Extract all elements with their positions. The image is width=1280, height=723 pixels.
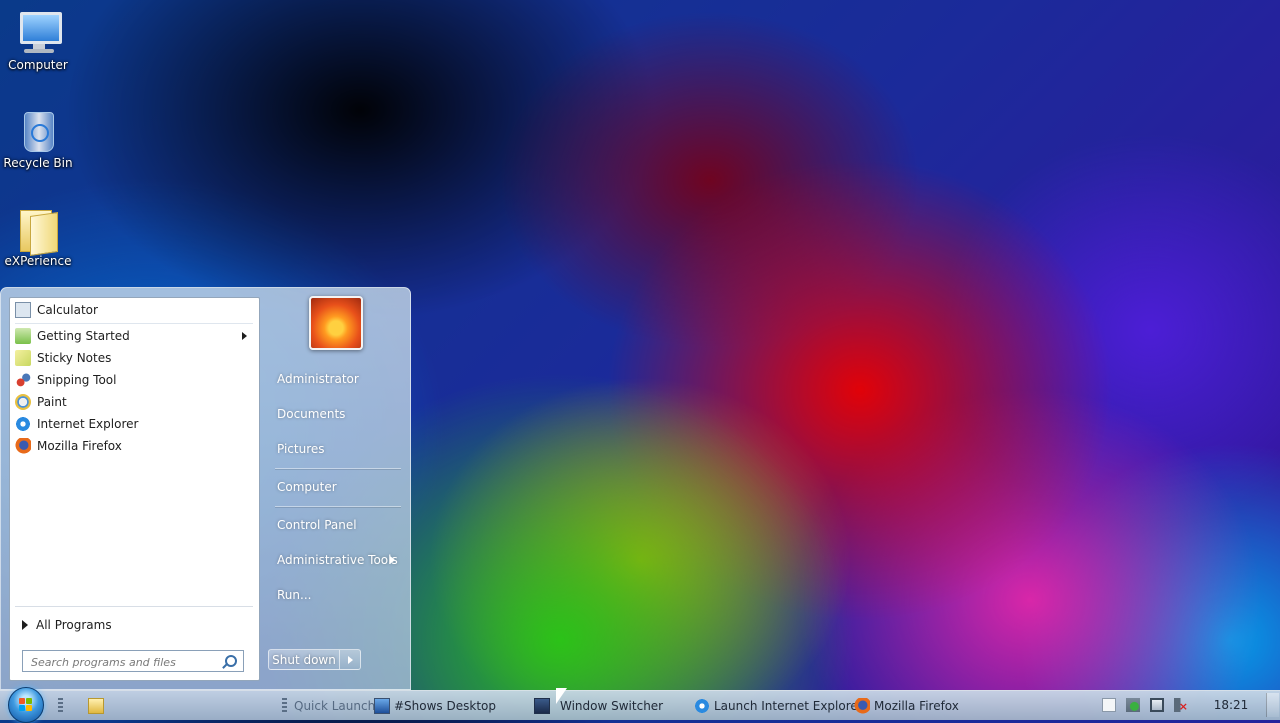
desktop-icon-label: Computer [8, 58, 68, 72]
chevron-right-icon [22, 620, 28, 630]
paint-icon [15, 394, 31, 410]
scissors-icon [15, 372, 31, 388]
place-administrator[interactable]: Administrator [267, 366, 403, 392]
show-desktop-icon [374, 698, 390, 714]
network-icon[interactable] [1150, 698, 1164, 712]
taskbar-item-launch-internet-explorer[interactable]: Launch Internet Explore... [694, 695, 869, 717]
program-label: Mozilla Firefox [37, 439, 122, 453]
internet-explorer-icon [15, 416, 31, 432]
sticky-notes-icon [15, 350, 31, 366]
windows-logo-icon [19, 698, 33, 712]
search-input[interactable] [29, 652, 223, 672]
taskbar-item-shows-desktop[interactable]: #Shows Desktop [374, 695, 496, 717]
place-label: Administrator [277, 372, 359, 386]
taskbar-item-label: #Shows Desktop [394, 699, 496, 713]
program-mozilla-firefox[interactable]: Mozilla Firefox [15, 435, 253, 457]
start-button[interactable] [8, 687, 44, 723]
place-administrative-tools[interactable]: Administrative Tools [267, 547, 403, 573]
place-label: Computer [277, 480, 337, 494]
shut-down-button[interactable]: Shut down [268, 649, 340, 670]
all-programs-button[interactable]: All Programs [18, 614, 254, 636]
user-picture[interactable] [309, 296, 363, 350]
quick-launch-label: Quick Launch [294, 699, 376, 713]
shut-down-options-button[interactable] [340, 649, 361, 670]
desktop-icon-recycle-bin[interactable]: Recycle Bin [0, 106, 76, 170]
calculator-icon [15, 302, 31, 318]
program-label: Getting Started [37, 329, 130, 343]
clock[interactable]: 18:21 [1210, 698, 1252, 712]
place-label: Administrative Tools [277, 553, 398, 567]
place-label: Pictures [277, 442, 325, 456]
taskbar-item-label: Window Switcher [560, 699, 664, 713]
place-computer[interactable]: Computer [267, 474, 403, 500]
safely-remove-hardware-icon[interactable] [1126, 698, 1140, 712]
desktop-icon-label: Recycle Bin [3, 156, 73, 170]
recycle-bin-icon [14, 106, 62, 154]
programs-pane: Calculator Getting Started Sticky Notes … [9, 297, 260, 681]
divider [275, 468, 401, 469]
shut-down-label: Shut down [272, 652, 336, 667]
program-sticky-notes[interactable]: Sticky Notes [15, 347, 253, 369]
computer-icon [14, 8, 62, 56]
show-desktop-button[interactable] [1266, 693, 1279, 717]
folder-icon [14, 204, 62, 256]
divider [15, 606, 253, 607]
taskbar-item-mozilla-firefox[interactable]: Mozilla Firefox [854, 695, 959, 717]
place-label: Run... [277, 588, 312, 602]
all-programs-label: All Programs [36, 618, 112, 632]
program-snipping-tool[interactable]: Snipping Tool [15, 369, 253, 391]
program-paint[interactable]: Paint [15, 391, 253, 413]
program-getting-started[interactable]: Getting Started [15, 325, 253, 347]
window-switcher-icon [534, 698, 550, 714]
program-label: Internet Explorer [37, 417, 139, 431]
quick-launch-explorer[interactable] [88, 695, 108, 717]
divider [275, 506, 401, 507]
getting-started-icon [15, 328, 31, 344]
program-label: Calculator [37, 303, 98, 317]
taskbar: Quick Launch #Shows Desktop Window Switc… [0, 687, 1280, 723]
volume-muted-icon[interactable]: × [1174, 698, 1188, 712]
chevron-right-icon [390, 556, 395, 564]
desktop-icon-experience[interactable]: eXPerience [0, 204, 76, 268]
firefox-icon [854, 698, 870, 714]
program-label: Snipping Tool [37, 373, 117, 387]
divider [15, 323, 253, 324]
toolbar-grip[interactable] [58, 698, 63, 714]
quick-launch-toolbar[interactable]: Quick Launch [294, 695, 375, 717]
taskbar-item-window-switcher[interactable]: Window Switcher [534, 695, 663, 717]
place-run[interactable]: Run... [267, 582, 403, 608]
chevron-right-icon [242, 332, 247, 340]
folder-icon [88, 698, 104, 714]
toolbar-grip[interactable] [282, 698, 287, 714]
taskbar-item-label: Launch Internet Explore... [714, 699, 870, 713]
program-calculator[interactable]: Calculator [15, 299, 253, 321]
program-label: Sticky Notes [37, 351, 112, 365]
taskbar-item-label: Mozilla Firefox [874, 699, 959, 713]
program-label: Paint [37, 395, 67, 409]
firefox-icon [15, 438, 31, 454]
place-label: Documents [277, 407, 346, 421]
desktop-icon-computer[interactable]: Computer [0, 8, 76, 72]
program-internet-explorer[interactable]: Internet Explorer [15, 413, 253, 435]
desktop-icon-label: eXPerience [4, 254, 72, 268]
place-control-panel[interactable]: Control Panel [267, 512, 403, 538]
start-menu: Calculator Getting Started Sticky Notes … [0, 287, 411, 690]
search-icon[interactable] [225, 655, 237, 667]
notes-tray-icon[interactable] [1102, 698, 1116, 712]
place-label: Control Panel [277, 518, 357, 532]
search-box[interactable] [22, 650, 244, 672]
place-documents[interactable]: Documents [267, 401, 403, 427]
place-pictures[interactable]: Pictures [267, 436, 403, 462]
internet-explorer-icon [694, 698, 710, 714]
